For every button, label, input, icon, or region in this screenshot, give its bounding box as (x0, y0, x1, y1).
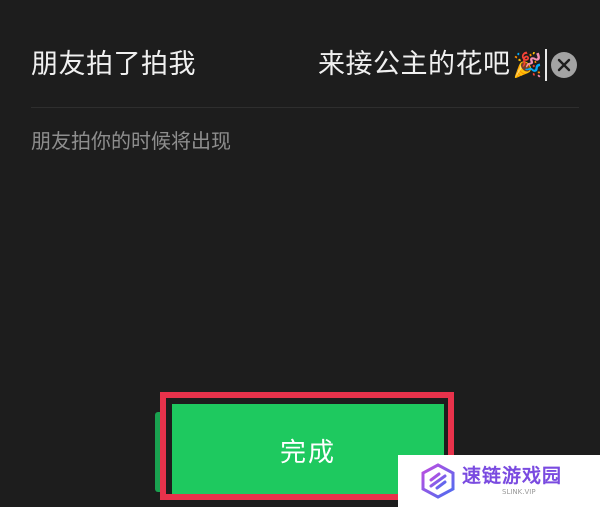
hint-text: 朋友拍你的时候将出现 (31, 129, 231, 153)
close-icon (557, 58, 571, 72)
clear-input-button[interactable] (551, 52, 577, 78)
site-logo-icon (421, 463, 455, 499)
pat-text-row: 朋友拍了拍我 来接公主的花吧 🎉 (0, 0, 600, 108)
input-divider (31, 107, 579, 108)
pat-prefix-label: 朋友拍了拍我 (31, 49, 196, 80)
pat-suffix-input[interactable]: 来接公主的花吧 🎉 (318, 45, 548, 85)
pat-suffix-value: 来接公主的花吧 (318, 49, 511, 80)
watermark-url: SLINK.VIP (502, 487, 536, 496)
watermark: 速链游戏园 SLINK.VIP (398, 455, 600, 507)
party-popper-icon: 🎉 (512, 51, 543, 79)
watermark-name: 速链游戏园 (462, 464, 563, 487)
pat-suffix-screen: 朋友拍了拍我 来接公主的花吧 🎉 朋友拍你的时候将出现 完成 速链游戏园 SLI… (0, 0, 600, 507)
text-cursor (545, 49, 548, 81)
